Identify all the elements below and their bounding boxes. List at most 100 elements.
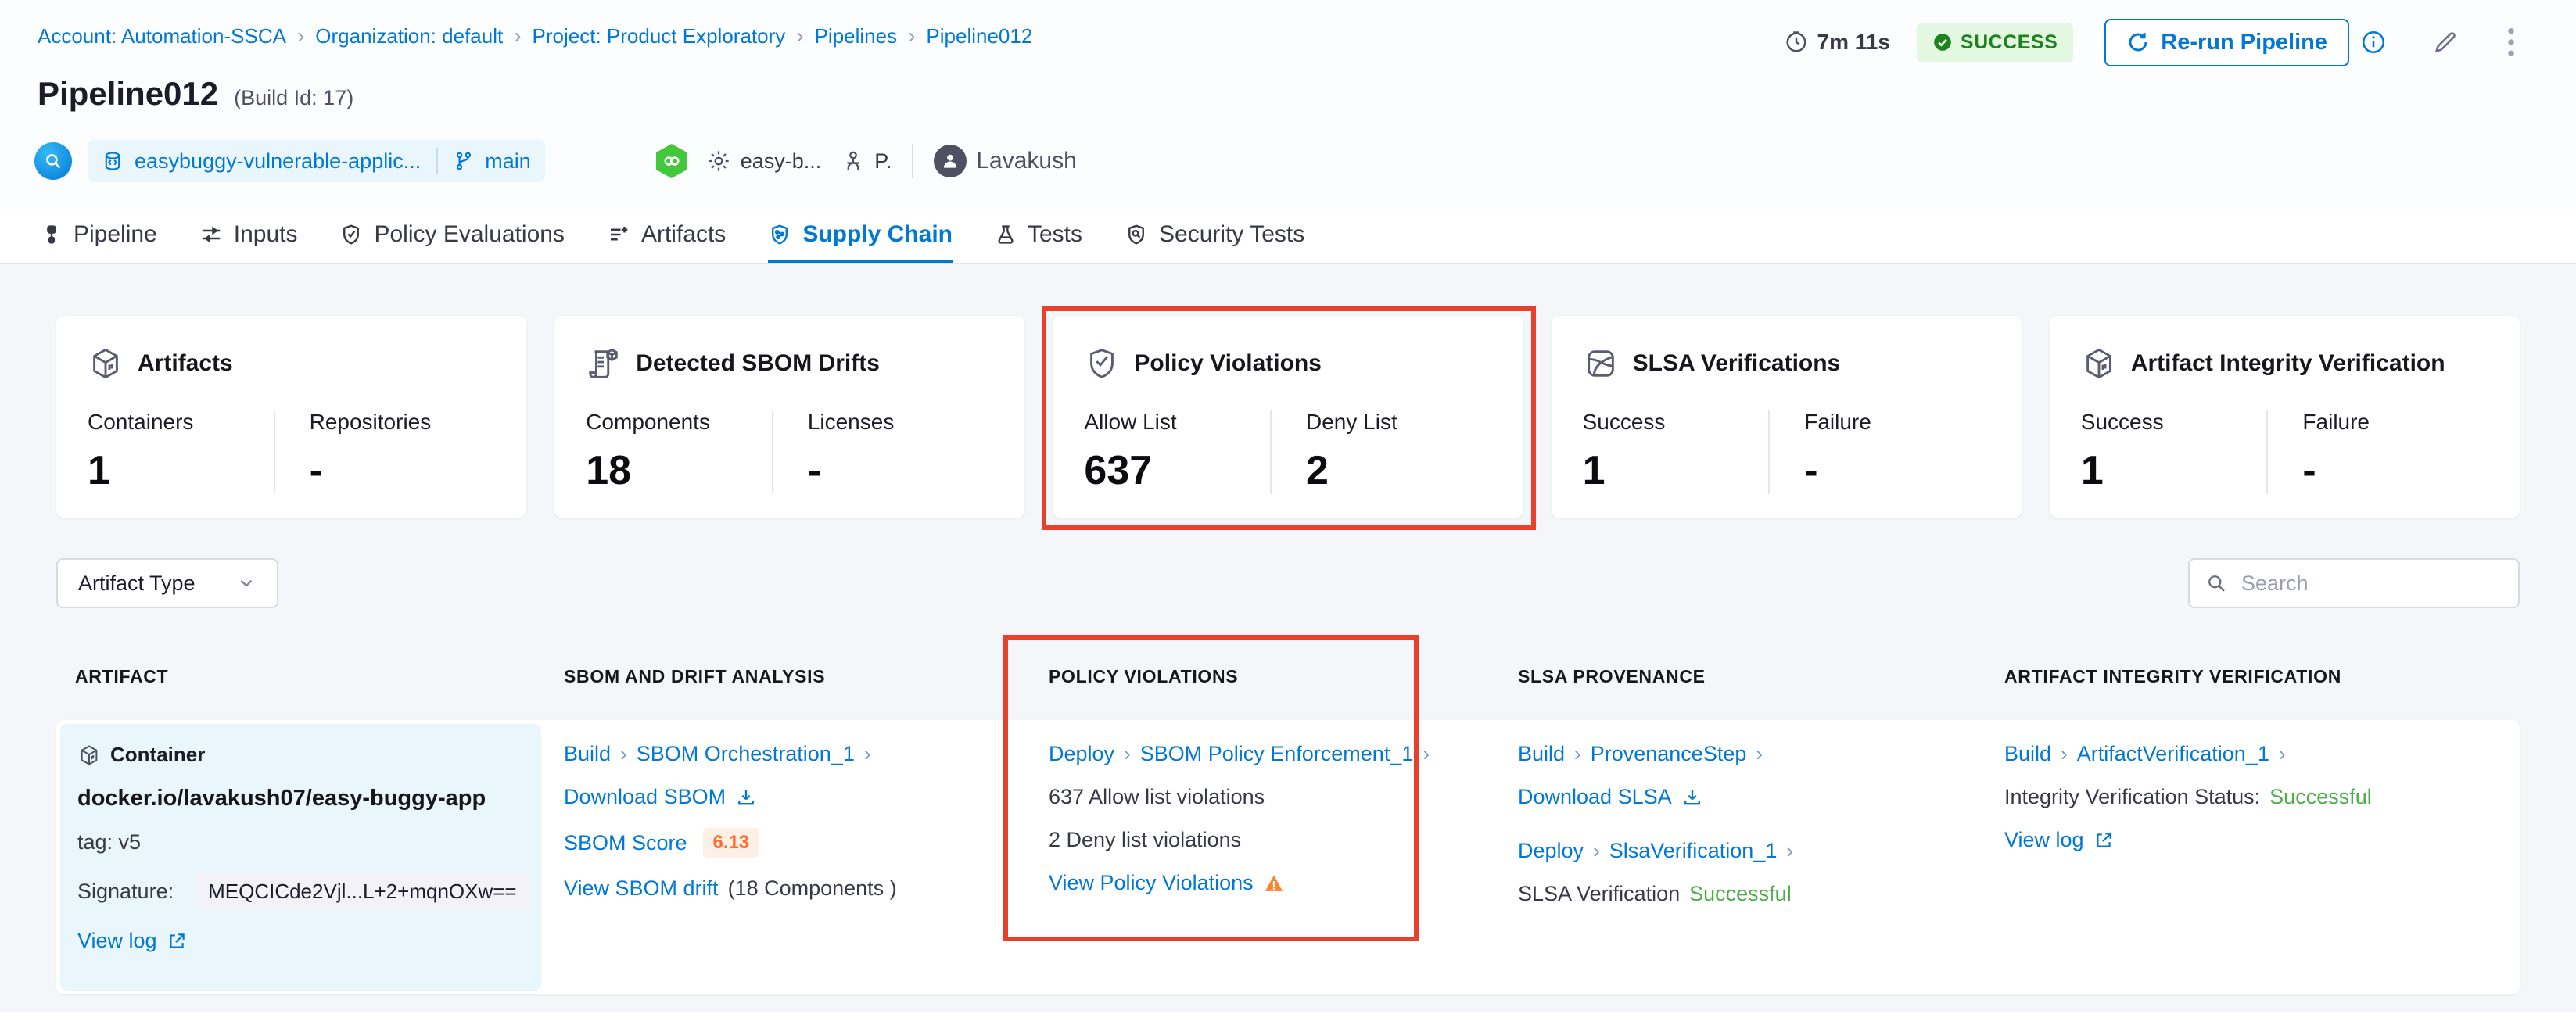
- breadcrumb-project[interactable]: Project: Product Exploratory: [533, 24, 786, 48]
- chevron-right-icon: ›: [864, 742, 871, 766]
- deny-list-violations: 2 Deny list violations: [1049, 828, 1241, 852]
- trigger-user-icon: [841, 149, 865, 173]
- tab-label: Security Tests: [1159, 221, 1304, 248]
- search-input[interactable]: [2240, 571, 2520, 597]
- tab-label: Supply Chain: [802, 221, 953, 248]
- policy-stage-link[interactable]: Deploy: [1049, 742, 1114, 766]
- sbom-drift-note: (18 Components ): [728, 876, 897, 901]
- slsa-provenance-cell: Build › ProvenanceStep › Download SLSA D…: [1499, 720, 1986, 994]
- breadcrumb-pipelines[interactable]: Pipelines: [815, 24, 898, 48]
- info-icon[interactable]: [2360, 29, 2387, 56]
- card-title: Detected SBOM Drifts: [636, 350, 880, 377]
- stat-label: Components: [586, 410, 772, 435]
- stat-allow-list: Allow List 637: [1084, 410, 1270, 494]
- artifacts-list-icon: [607, 223, 630, 246]
- chevron-right-icon: ›: [1756, 742, 1763, 766]
- download-icon[interactable]: [735, 787, 757, 808]
- edit-pencil-icon[interactable]: [2432, 29, 2459, 56]
- chevron-right-icon: ›: [1574, 742, 1581, 766]
- sbom-step-link[interactable]: SBOM Orchestration_1: [637, 742, 855, 766]
- cube-icon: [88, 346, 124, 382]
- view-log-link[interactable]: View log: [77, 929, 157, 953]
- card-title: Artifacts: [138, 350, 233, 377]
- breadcrumb-account[interactable]: Account: Automation-SSCA: [38, 24, 286, 48]
- view-log-link[interactable]: View log: [2004, 828, 2084, 852]
- sbom-score-link[interactable]: SBOM Score: [564, 831, 687, 855]
- page-title: Pipeline012: [38, 75, 218, 113]
- clock-icon: [1785, 30, 1808, 54]
- artifact-type-dropdown[interactable]: Artifact Type: [56, 558, 278, 608]
- download-sbom-link[interactable]: Download SBOM: [564, 785, 726, 809]
- branch-name-link[interactable]: main: [485, 149, 531, 174]
- stat-licenses: Licenses -: [772, 410, 994, 494]
- pill-divider: [436, 148, 438, 174]
- stat-aiv-failure: Failure -: [2266, 410, 2488, 494]
- tab-artifacts[interactable]: Artifacts: [607, 210, 726, 263]
- slsa-stage2-link[interactable]: Deploy: [1518, 839, 1584, 863]
- chevron-right-icon: ›: [1124, 742, 1131, 766]
- execution-tabs: Pipeline Inputs Policy Evaluations Artif…: [0, 210, 2576, 264]
- stat-value: 18: [586, 447, 772, 494]
- slsa-step2-link[interactable]: SlsaVerification_1: [1609, 839, 1778, 863]
- repo-branch-pill: easybuggy-vulnerable-applic... main: [88, 140, 545, 182]
- card-slsa-verifications: SLSA Verifications Success 1 Failure -: [1552, 316, 2022, 518]
- tab-label: Policy Evaluations: [374, 221, 564, 248]
- stat-value: -: [808, 447, 994, 494]
- chevron-right-icon: ›: [1423, 742, 1430, 766]
- stat-value: 1: [1583, 447, 1769, 494]
- stat-label: Failure: [1804, 410, 1990, 435]
- tab-label: Artifacts: [641, 221, 726, 248]
- external-link-icon[interactable]: [167, 931, 187, 951]
- trigger-meta: P.: [841, 149, 892, 174]
- stat-value: -: [1804, 447, 1990, 494]
- view-policy-violations-link[interactable]: View Policy Violations: [1049, 871, 1254, 895]
- integrity-status-value: Successful: [2269, 785, 2372, 809]
- external-link-icon[interactable]: [2093, 830, 2114, 851]
- signature-value: MEQCICde2Vjl...L+2+mqnOXw==: [196, 873, 529, 910]
- trigger-short-text: P.: [874, 149, 892, 174]
- kebab-menu-icon[interactable]: [2506, 27, 2517, 58]
- tab-security-tests[interactable]: Security Tests: [1125, 210, 1304, 263]
- tab-label: Inputs: [234, 221, 298, 248]
- sbom-cell: Build › SBOM Orchestration_1 › Download …: [545, 720, 1030, 994]
- chevron-right-icon: ›: [620, 742, 627, 766]
- inputs-sliders-icon: [199, 223, 223, 246]
- col-header-integrity: ARTIFACT INTEGRITY VERIFICATION: [1986, 666, 2520, 687]
- rerun-pipeline-button[interactable]: Re-run Pipeline: [2104, 19, 2349, 66]
- policy-step-link[interactable]: SBOM Policy Enforcement_1: [1140, 742, 1414, 766]
- tab-inputs[interactable]: Inputs: [199, 210, 298, 263]
- sbom-stage-link[interactable]: Build: [564, 742, 611, 766]
- supply-chain-shield-icon: [768, 223, 791, 246]
- supply-chain-page: Account: Automation-SSCA › Organization:…: [0, 0, 2576, 1032]
- pipeline-short-name: easy-b...: [741, 149, 822, 174]
- repo-name-link[interactable]: easybuggy-vulnerable-applic...: [135, 149, 421, 174]
- execution-duration: 7m 11s: [1785, 30, 1890, 55]
- integrity-step-link[interactable]: ArtifactVerification_1: [2077, 742, 2269, 766]
- tab-pipeline[interactable]: Pipeline: [41, 210, 157, 263]
- chevron-down-icon: [236, 573, 257, 593]
- stat-repositories: Repositories -: [274, 410, 496, 494]
- slsa-stage1-link[interactable]: Build: [1518, 742, 1565, 766]
- table-header-row: ARTIFACT SBOM AND DRIFT ANALYSIS POLICY …: [56, 666, 2520, 687]
- slsa-status-label: SLSA Verification: [1518, 882, 1680, 906]
- breadcrumb-pipeline012[interactable]: Pipeline012: [926, 24, 1032, 48]
- tab-policy-evaluations[interactable]: Policy Evaluations: [339, 210, 564, 263]
- download-icon[interactable]: [1681, 787, 1703, 808]
- slsa-step1-link[interactable]: ProvenanceStep: [1591, 742, 1747, 766]
- breadcrumb-separator: ›: [796, 23, 803, 48]
- stat-slsa-success: Success 1: [1583, 410, 1769, 494]
- tab-supply-chain[interactable]: Supply Chain: [768, 210, 953, 263]
- container-cube-icon: [77, 744, 101, 767]
- col-header-policy: POLICY VIOLATIONS: [1030, 666, 1499, 687]
- gear-icon: [706, 149, 731, 174]
- stat-value: 637: [1084, 447, 1270, 494]
- view-sbom-drift-link[interactable]: View SBOM drift: [564, 876, 719, 901]
- footer-strip: [0, 1012, 2576, 1032]
- stat-label: Containers: [88, 410, 274, 435]
- tab-tests[interactable]: Tests: [995, 210, 1082, 263]
- status-badge: SUCCESS: [1917, 23, 2073, 62]
- integrity-stage-link[interactable]: Build: [2004, 742, 2051, 766]
- breadcrumb-organization[interactable]: Organization: default: [315, 24, 503, 48]
- download-slsa-link[interactable]: Download SLSA: [1518, 785, 1672, 809]
- stat-value: 1: [2081, 447, 2267, 494]
